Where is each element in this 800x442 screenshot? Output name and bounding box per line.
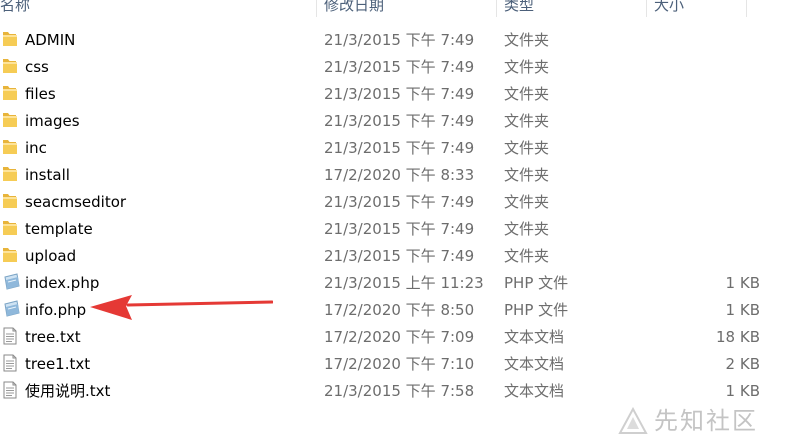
file-row[interactable]: inc 21/3/2015 下午 7:49 文件夹 <box>0 135 760 162</box>
file-modified-date: 21/3/2015 下午 7:49 <box>324 85 475 103</box>
file-type: 文本文档 <box>504 382 565 400</box>
file-type: 文本文档 <box>504 328 565 346</box>
folder-icon <box>2 111 18 129</box>
folder-icon <box>2 165 18 183</box>
file-name: tree1.txt <box>25 355 91 373</box>
file-name: images <box>25 112 80 130</box>
file-type: 文件夹 <box>504 31 550 49</box>
file-size <box>640 27 760 54</box>
folder-icon <box>2 192 18 210</box>
file-type: 文本文档 <box>504 355 565 373</box>
file-type: 文件夹 <box>504 220 550 238</box>
file-row[interactable]: ADMIN 21/3/2015 下午 7:49 文件夹 <box>0 27 760 54</box>
file-name: css <box>25 58 49 76</box>
php-file-icon <box>2 273 20 291</box>
file-name: install <box>25 166 70 184</box>
file-row[interactable]: images 21/3/2015 下午 7:49 文件夹 <box>0 108 760 135</box>
file-row[interactable]: upload 21/3/2015 下午 7:49 文件夹 <box>0 243 760 270</box>
text-file-icon <box>2 327 18 345</box>
file-type: 文件夹 <box>504 193 550 211</box>
text-file-icon <box>2 381 18 399</box>
file-name: info.php <box>25 301 87 319</box>
folder-icon <box>2 30 18 48</box>
file-name: inc <box>25 139 47 157</box>
file-row[interactable]: template 21/3/2015 下午 7:49 文件夹 <box>0 216 760 243</box>
annotation-arrow <box>90 295 273 320</box>
file-modified-date: 21/3/2015 下午 7:49 <box>324 220 475 238</box>
column-header-date[interactable]: 修改日期 <box>324 0 384 17</box>
file-name: tree.txt <box>25 328 81 346</box>
watermark-logo-icon <box>618 407 648 434</box>
column-header-bar: 名称 修改日期 类型 大小 <box>0 0 800 18</box>
folder-icon <box>2 84 18 102</box>
file-type: 文件夹 <box>504 58 550 76</box>
file-modified-date: 17/2/2020 下午 8:50 <box>324 301 475 319</box>
folder-icon <box>2 57 18 75</box>
file-size <box>640 162 760 189</box>
file-modified-date: 21/3/2015 下午 7:49 <box>324 58 475 76</box>
file-name: 使用说明.txt <box>25 382 111 400</box>
file-modified-date: 17/2/2020 下午 7:10 <box>324 355 475 373</box>
file-type: 文件夹 <box>504 139 550 157</box>
file-modified-date: 17/2/2020 下午 7:09 <box>324 328 475 346</box>
file-modified-date: 21/3/2015 下午 7:49 <box>324 31 475 49</box>
file-modified-date: 21/3/2015 下午 7:49 <box>324 139 475 157</box>
file-row[interactable]: 使用说明.txt 21/3/2015 下午 7:58 文本文档 1 KB <box>0 378 760 405</box>
watermark-text: 先知社区 <box>654 407 758 435</box>
file-size <box>640 243 760 270</box>
column-divider[interactable] <box>496 0 497 17</box>
file-row[interactable]: files 21/3/2015 下午 7:49 文件夹 <box>0 81 760 108</box>
column-divider[interactable] <box>316 0 317 17</box>
file-type: 文件夹 <box>504 247 550 265</box>
file-name: upload <box>25 247 77 265</box>
file-row[interactable]: tree.txt 17/2/2020 下午 7:09 文本文档 18 KB <box>0 324 760 351</box>
file-size: 2 KB <box>725 355 760 373</box>
file-type: 文件夹 <box>504 112 550 130</box>
column-divider[interactable] <box>646 0 647 17</box>
column-header-size[interactable]: 大小 <box>654 0 684 17</box>
column-divider[interactable] <box>746 0 747 17</box>
file-row[interactable]: install 17/2/2020 下午 8:33 文件夹 <box>0 162 760 189</box>
file-modified-date: 21/3/2015 下午 7:58 <box>324 382 475 400</box>
file-size: 1 KB <box>725 274 760 292</box>
column-header-name[interactable]: 名称 <box>0 0 30 17</box>
file-name: files <box>25 85 56 103</box>
file-size: 18 KB <box>716 328 760 346</box>
folder-icon <box>2 219 18 237</box>
file-type: 文件夹 <box>504 85 550 103</box>
file-size <box>640 81 760 108</box>
column-header-type[interactable]: 类型 <box>504 0 534 17</box>
file-name: template <box>25 220 93 238</box>
file-row[interactable]: seacmseditor 21/3/2015 下午 7:49 文件夹 <box>0 189 760 216</box>
file-size <box>640 216 760 243</box>
file-row[interactable]: css 21/3/2015 下午 7:49 文件夹 <box>0 54 760 81</box>
file-modified-date: 21/3/2015 下午 7:49 <box>324 247 475 265</box>
file-modified-date: 17/2/2020 下午 8:33 <box>324 166 475 184</box>
folder-icon <box>2 138 18 156</box>
file-size <box>640 54 760 81</box>
file-name: seacmseditor <box>25 193 127 211</box>
file-size <box>640 108 760 135</box>
file-size <box>640 189 760 216</box>
file-size: 1 KB <box>725 382 760 400</box>
file-type: PHP 文件 <box>504 274 569 292</box>
file-type: PHP 文件 <box>504 301 569 319</box>
file-modified-date: 21/3/2015 下午 7:49 <box>324 193 475 211</box>
file-size <box>640 135 760 162</box>
file-name: ADMIN <box>25 31 76 49</box>
file-row[interactable]: tree1.txt 17/2/2020 下午 7:10 文本文档 2 KB <box>0 351 760 378</box>
php-file-icon <box>2 300 20 318</box>
file-type: 文件夹 <box>504 166 550 184</box>
file-size: 1 KB <box>725 301 760 319</box>
file-modified-date: 21/3/2015 上午 11:23 <box>324 274 484 292</box>
watermark: 先知社区 <box>618 402 798 440</box>
file-modified-date: 21/3/2015 下午 7:49 <box>324 112 475 130</box>
text-file-icon <box>2 354 18 372</box>
folder-icon <box>2 246 18 264</box>
